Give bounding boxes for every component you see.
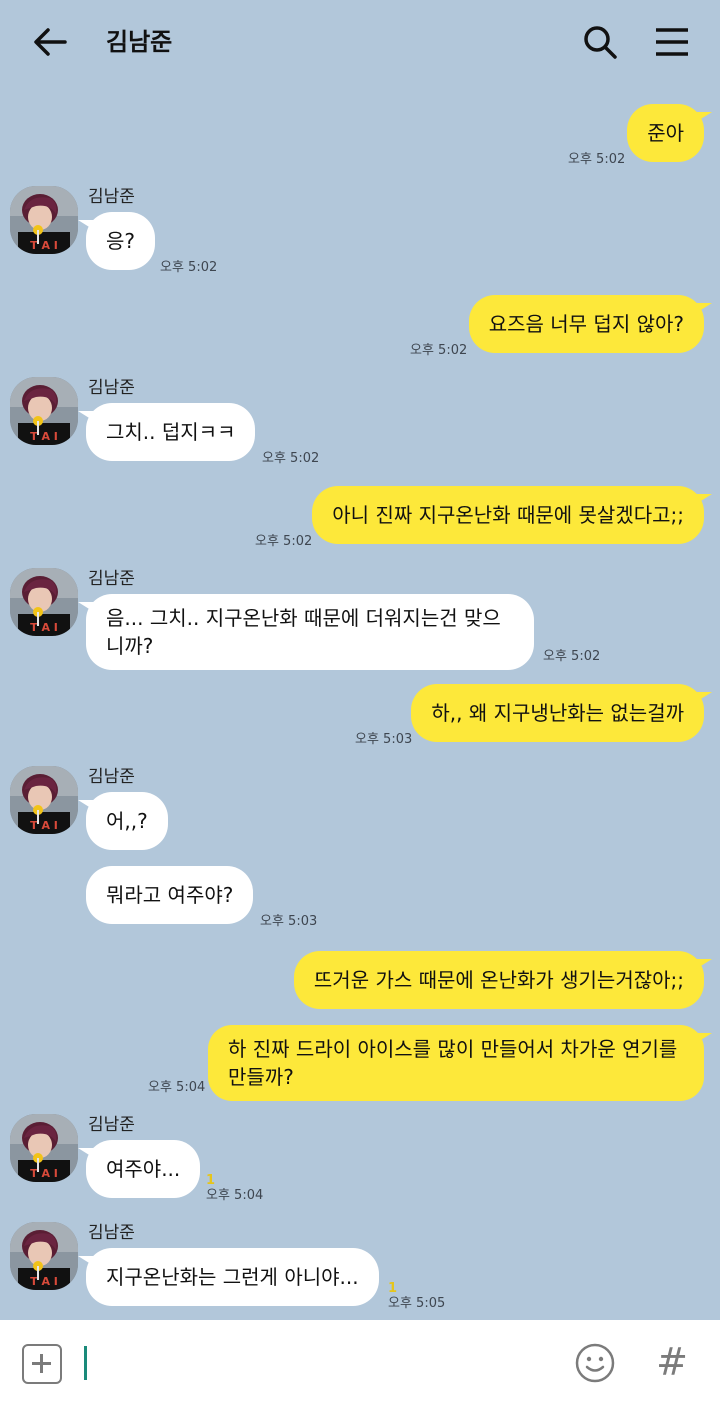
message-time: 오후 5:03 [260, 914, 318, 929]
my-message-bubble[interactable]: 요즈음 너무 덥지 않아? [468, 295, 713, 353]
sender-name: 김남준 [88, 1223, 135, 1243]
sender-name: 김남준 [88, 378, 135, 398]
my-message-bubble[interactable]: 뜨거운 가스 때문에 온난화가 생기는거잖아;; [293, 951, 713, 1009]
other-message-bubble[interactable]: 뭐라고 여주야? [86, 866, 254, 924]
other-message-bubble[interactable]: 여주야... [77, 1140, 201, 1198]
other-message-bubble[interactable]: 어,,? [78, 792, 168, 850]
message-time: 오후 5:02 [568, 152, 626, 167]
unread-count: 1 [206, 1173, 216, 1188]
arrow-left-icon [34, 28, 67, 56]
message-input[interactable] [90, 1340, 550, 1384]
my-message-bubble[interactable]: 하,, 왜 지구냉난화는 없는걸까 [411, 684, 712, 742]
emoji-button[interactable] [574, 1342, 616, 1384]
message-time: 오후 5:02 [262, 451, 320, 466]
my-message-bubble[interactable]: 아니 진짜 지구온난화 때문에 못살겠다고;; [312, 486, 712, 544]
sender-name: 김남준 [88, 767, 135, 787]
back-button[interactable] [28, 22, 72, 62]
unread-count: 1 [388, 1281, 398, 1296]
sender-name: 김남준 [88, 569, 135, 589]
message-time: 오후 5:02 [255, 534, 313, 549]
other-message-bubble[interactable]: 응? [77, 212, 156, 270]
my-message-bubble[interactable]: 준아 [627, 104, 712, 162]
avatar[interactable] [10, 568, 78, 636]
message-time: 오후 5:02 [160, 260, 218, 275]
my-message-bubble[interactable]: 하 진짜 드라이 아이스를 많이 만들어서 차가운 연기를 만들까? [208, 1025, 712, 1101]
message-time: 오후 5:04 [206, 1188, 264, 1203]
search-icon [584, 26, 617, 59]
text-cursor [84, 1346, 87, 1380]
menu-button[interactable] [650, 20, 694, 64]
smiley-icon [575, 1343, 615, 1383]
sender-name: 김남준 [88, 187, 135, 207]
other-message-bubble[interactable]: 그치.. 덥지ㅋㅋ [77, 403, 256, 461]
avatar[interactable] [10, 1114, 78, 1182]
plus-square-icon[interactable] [22, 1344, 62, 1384]
avatar[interactable] [10, 377, 78, 445]
message-time: 오후 5:05 [388, 1296, 446, 1311]
message-input-bar: # [0, 1320, 720, 1404]
message-time: 오후 5:04 [148, 1080, 206, 1095]
message-time: 오후 5:03 [355, 732, 413, 747]
avatar[interactable] [10, 186, 78, 254]
avatar[interactable] [10, 766, 78, 834]
avatar[interactable] [10, 1222, 78, 1290]
sender-name: 김남준 [88, 1115, 135, 1135]
other-message-bubble[interactable]: 지구온난화는 그런게 아니야... [78, 1248, 379, 1306]
hamburger-menu-icon [656, 28, 688, 56]
search-button[interactable] [578, 20, 622, 64]
message-time: 오후 5:02 [543, 649, 601, 664]
chat-title: 김남준 [106, 28, 173, 56]
message-time: 오후 5:02 [410, 343, 468, 358]
chat-header: 김남준 [0, 0, 720, 84]
hash-icon[interactable]: # [652, 1338, 692, 1386]
other-message-bubble[interactable]: 음... 그치.. 지구온난화 때문에 더워지는건 맞으니까? [78, 594, 534, 670]
